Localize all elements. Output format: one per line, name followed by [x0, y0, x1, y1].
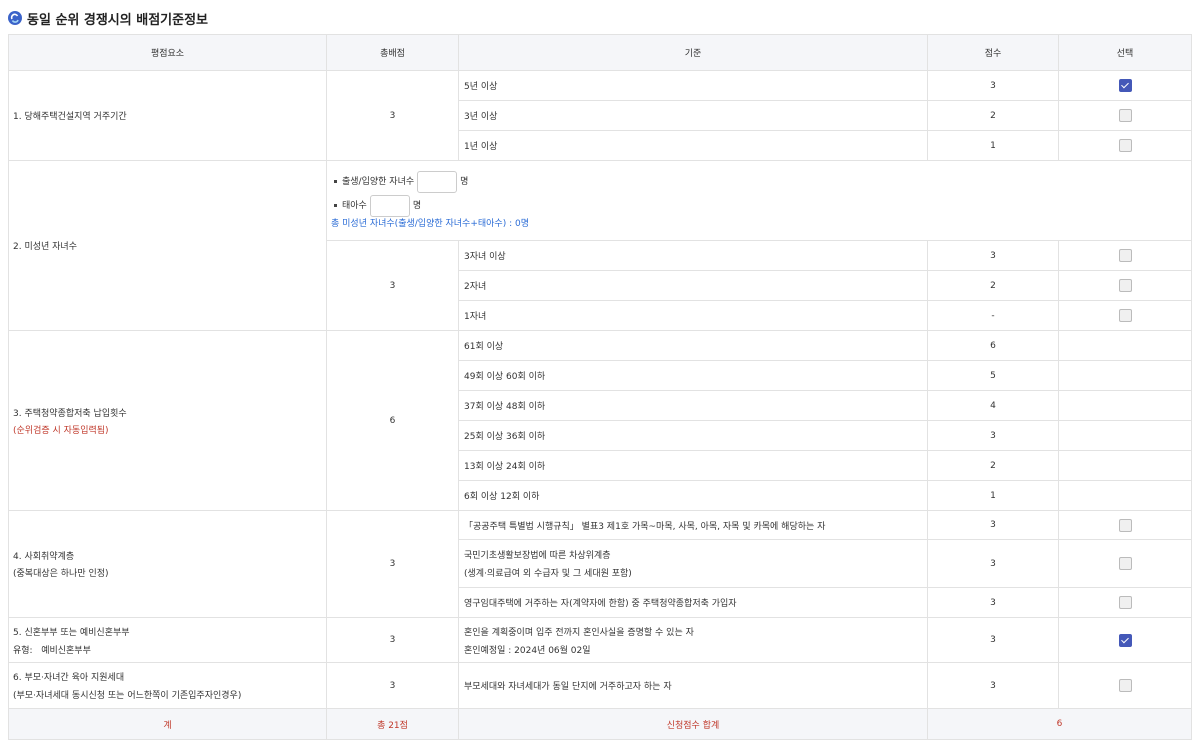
- criteria: 6회 이상 12회 이하: [458, 480, 928, 511]
- select-checkbox[interactable]: [1118, 79, 1132, 92]
- select-checkbox[interactable]: [1118, 279, 1132, 292]
- score: 2: [927, 270, 1059, 301]
- factor-label: 6. 부모·자녀간 육아 지원세대: [13, 673, 125, 683]
- select-checkbox[interactable]: [1118, 309, 1132, 322]
- factor-label: 5. 신혼부부 또는 예비신혼부부: [13, 627, 130, 638]
- table-row: 4. 사회취약계층 (중복대상은 하나만 인정) 3 「공공주택 특별법 시행규…: [8, 510, 1192, 618]
- score: 3: [927, 240, 1059, 271]
- select-checkbox[interactable]: [1118, 139, 1132, 152]
- criteria: 3자녀 이상: [458, 240, 928, 271]
- select-checkbox[interactable]: [1118, 109, 1132, 122]
- refresh-badge-icon: [8, 11, 22, 25]
- criteria: 49회 이상 60회 이하: [458, 360, 928, 391]
- footer-sum-value: 6: [927, 708, 1192, 740]
- factor-total: 3: [326, 510, 459, 618]
- score: 6: [927, 330, 1059, 361]
- factor-label: 2. 미성년 자녀수: [8, 160, 327, 331]
- factor-note: (부모·자녀세대 동시신청 또는 어느한쪽이 기존입주자인경우): [13, 691, 242, 701]
- select-checkbox[interactable]: [1118, 633, 1132, 647]
- fetus-count-label: 태아수: [342, 200, 367, 211]
- score: 3: [927, 587, 1059, 618]
- table-row: 2. 미성년 자녀수 출생/입양한 자녀수 명 태아수 명 총 미성년 자녀수(…: [8, 160, 1192, 331]
- score: 1: [927, 480, 1059, 511]
- table-row: 5. 신혼부부 또는 예비신혼부부 유형: 예비신혼부부 3 혼인을 계획중이며…: [8, 617, 1192, 663]
- footer-label: 계: [8, 708, 327, 740]
- footer-sum-label: 신청점수 합계: [458, 708, 928, 740]
- score: 1: [927, 130, 1059, 161]
- factor-total: 3: [326, 662, 459, 709]
- score: 3: [927, 662, 1059, 709]
- select-checkbox[interactable]: [1118, 596, 1132, 609]
- score: 2: [927, 100, 1059, 131]
- criteria: 영구임대주택에 거주하는 자(계약자에 한함) 중 주택청약종합저축 가입자: [458, 587, 928, 618]
- factor-note: (순위검증 시 자동입력됨): [13, 425, 109, 436]
- wedding-date: 혼인예정일 : 2024년 06월 02일: [464, 645, 591, 656]
- score: 4: [927, 390, 1059, 421]
- table-row: 1. 당해주택건설지역 거주기간 3 5년 이상 3: [8, 70, 1192, 161]
- score-table: 평점요소 총배점 기준 점수 선택 1. 당해주택건설지역 거주기간 3 5년 …: [8, 34, 1192, 740]
- score: 3: [927, 539, 1059, 588]
- factor-total: 3: [326, 617, 459, 663]
- footer-total: 총 21점: [326, 708, 459, 740]
- criteria: 1자녀: [458, 300, 928, 331]
- criteria: 3년 이상: [458, 100, 928, 131]
- select-checkbox[interactable]: [1118, 679, 1132, 692]
- score: 3: [927, 420, 1059, 451]
- factor-total: 6: [326, 330, 459, 511]
- criteria: 37회 이상 48회 이하: [458, 390, 928, 421]
- children-sum-text: 총 미성년 자녀수(출생/입양한 자녀수+태아수) : 0명: [331, 218, 529, 229]
- fetus-count-input[interactable]: [369, 194, 410, 217]
- score: 3: [927, 510, 1059, 540]
- table-footer: 계 총 21점 신청점수 합계 6: [8, 708, 1192, 740]
- type-label: 유형:: [13, 645, 33, 656]
- header-criteria: 기준: [458, 34, 928, 71]
- section-title: 동일 순위 경쟁시의 배점기준정보: [8, 8, 208, 28]
- criteria: 2자녀: [458, 270, 928, 301]
- factor-total: 3: [326, 70, 459, 161]
- select-checkbox[interactable]: [1118, 249, 1132, 262]
- type-value: 예비신혼부부: [41, 645, 91, 656]
- table-row: 3. 주택청약종합저축 납입횟수 (순위검증 시 자동입력됨) 6 61회 이상…: [8, 330, 1192, 511]
- criteria: 61회 이상: [458, 330, 928, 361]
- header-select: 선택: [1058, 34, 1192, 71]
- table-row: 6. 부모·자녀간 육아 지원세대 (부모·자녀세대 동시신청 또는 어느한쪽이…: [8, 662, 1192, 709]
- select-checkbox[interactable]: [1118, 518, 1132, 532]
- criteria: 25회 이상 36회 이하: [458, 420, 928, 451]
- score: -: [927, 300, 1059, 331]
- criteria: 국민기초생활보장법에 따른 차상위계층: [464, 551, 611, 561]
- criteria: 13회 이상 24회 이하: [458, 450, 928, 481]
- header-factor: 평점요소: [8, 34, 327, 71]
- criteria: 혼인을 계획중이며 입주 전까지 혼인사실을 증명할 수 있는 자: [464, 627, 694, 638]
- score: 5: [927, 360, 1059, 391]
- criteria: 「공공주택 특별법 시행규칙」 별표3 제1호 가목~마목, 사목, 아목, 자…: [458, 510, 928, 540]
- select-checkbox[interactable]: [1118, 557, 1132, 570]
- criteria-sub: (생계·의료급여 외 수급자 및 그 세대원 포함): [464, 569, 632, 579]
- header-total: 총배점: [326, 34, 459, 71]
- factor-total: 3: [326, 240, 459, 331]
- score: 3: [927, 617, 1059, 663]
- criteria: 1년 이상: [458, 130, 928, 161]
- score: 2: [927, 450, 1059, 481]
- children-count-input[interactable]: [417, 170, 458, 193]
- factor-label: 1. 당해주택건설지역 거주기간: [8, 70, 327, 161]
- factor-label: 4. 사회취약계층: [13, 552, 75, 562]
- title-text: 동일 순위 경쟁시의 배점기준정보: [27, 12, 209, 28]
- factor-note: (중복대상은 하나만 인정): [13, 569, 109, 579]
- table-header: 평점요소 총배점 기준 점수 선택: [8, 34, 1192, 71]
- score: 3: [927, 70, 1059, 101]
- children-count-label: 출생/입양한 자녀수: [342, 176, 415, 187]
- criteria: 5년 이상: [458, 70, 928, 101]
- header-score: 점수: [927, 34, 1059, 71]
- criteria: 부모세대와 자녀세대가 동일 단지에 거주하고자 하는 자: [458, 662, 928, 709]
- factor-label: 3. 주택청약종합저축 납입횟수: [13, 408, 127, 419]
